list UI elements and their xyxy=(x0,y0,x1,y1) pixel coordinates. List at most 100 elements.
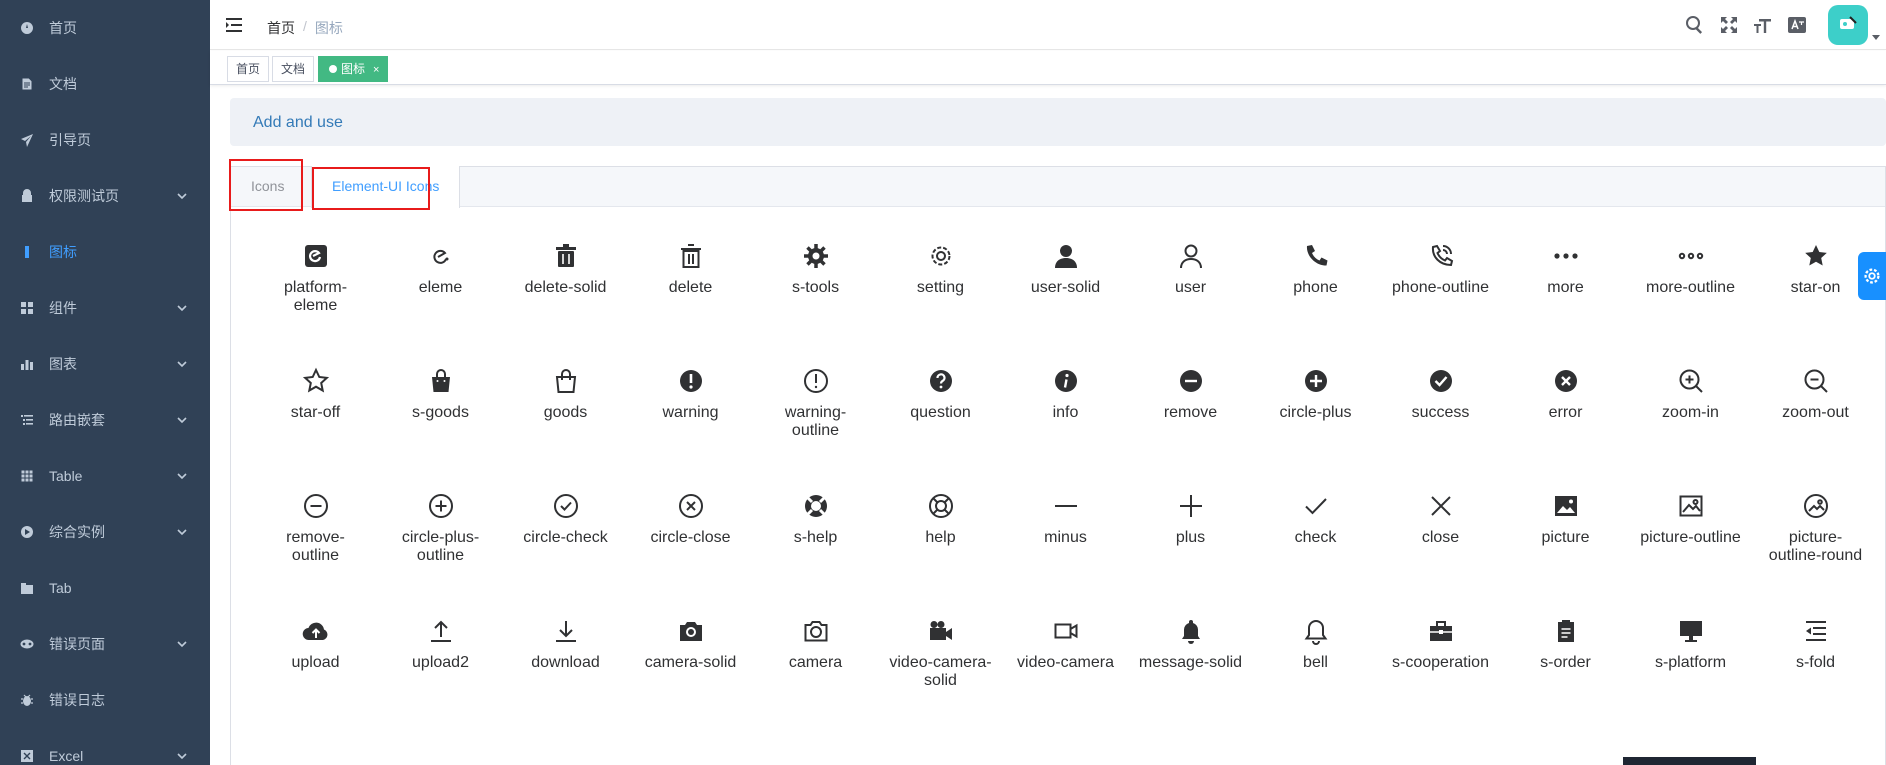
icon-item[interactable]: more xyxy=(1503,207,1628,332)
icon-item[interactable]: phone-outline xyxy=(1378,207,1503,332)
icon-label: s-tools xyxy=(791,279,840,296)
icon-item[interactable]: message-solid xyxy=(1128,582,1253,707)
icon-item[interactable]: check xyxy=(1253,457,1378,582)
tag-item[interactable]: 首页 xyxy=(227,56,270,82)
icon-item[interactable]: bell xyxy=(1253,582,1378,707)
icon-item[interactable]: s-order xyxy=(1503,582,1628,707)
icon-item[interactable]: camera-solid xyxy=(628,582,753,707)
sidebar-item[interactable]: Table xyxy=(0,448,210,504)
icon-item[interactable]: picture-outline xyxy=(1628,457,1753,582)
breadcrumb-home[interactable]: 首页 xyxy=(267,18,295,38)
icon-item[interactable]: s-cooperation xyxy=(1378,582,1503,707)
goods-icon xyxy=(552,367,580,395)
sidebar-item[interactable]: 文档 xyxy=(0,56,210,112)
icon-item[interactable]: s-fold xyxy=(1753,582,1878,707)
sidebar-item[interactable]: 错误日志 xyxy=(0,672,210,728)
search-icon[interactable] xyxy=(1685,15,1705,35)
icon-item[interactable]: camera xyxy=(753,582,878,707)
icon-item[interactable]: user-solid xyxy=(1003,207,1128,332)
icon-item[interactable]: star-off xyxy=(253,332,378,457)
icon-item[interactable]: platform-eleme xyxy=(253,207,378,332)
user-solid-icon xyxy=(1052,242,1080,270)
close-icon[interactable]: × xyxy=(373,64,379,76)
sidebar-item[interactable]: 首页 xyxy=(0,0,210,56)
video-camera-icon xyxy=(1052,617,1080,645)
sidebar-item[interactable]: 错误页面 xyxy=(0,616,210,672)
warning-outline-icon xyxy=(802,367,830,395)
icon-item[interactable]: delete xyxy=(628,207,753,332)
icon-item[interactable]: s-goods xyxy=(378,332,503,457)
font-size-icon[interactable] xyxy=(1753,15,1773,35)
sidebar-item[interactable]: 组件 xyxy=(0,280,210,336)
icon-item[interactable]: picture xyxy=(1503,457,1628,582)
icon-item[interactable]: s-help xyxy=(753,457,878,582)
sidebar-item[interactable]: Tab xyxy=(0,560,210,616)
language-icon[interactable] xyxy=(1787,15,1807,35)
icon-label: setting xyxy=(916,279,965,296)
icon-item[interactable]: warning xyxy=(628,332,753,457)
add-and-use-link[interactable]: Add and use xyxy=(253,114,343,132)
icon-item[interactable]: info xyxy=(1003,332,1128,457)
icon-item[interactable]: success xyxy=(1378,332,1503,457)
sidebar-item[interactable]: 引导页 xyxy=(0,112,210,168)
sidebar-item[interactable]: 路由嵌套 xyxy=(0,392,210,448)
navbar-right-menu xyxy=(1678,0,1886,50)
excel-icon xyxy=(20,749,34,763)
icon-item[interactable]: setting xyxy=(878,207,1003,332)
icon-label: error xyxy=(1548,404,1583,421)
icon-item[interactable]: delete-solid xyxy=(503,207,628,332)
icon-label: circle-plus xyxy=(1279,404,1352,421)
icon-item[interactable]: s-tools xyxy=(753,207,878,332)
icon-item[interactable]: remove-outline xyxy=(253,457,378,582)
icon-item[interactable]: circle-plus xyxy=(1253,332,1378,457)
icon-label: check xyxy=(1294,529,1337,546)
sidebar-item[interactable]: 图表 xyxy=(0,336,210,392)
hamburger-icon[interactable] xyxy=(226,18,242,32)
icon-item[interactable]: eleme xyxy=(378,207,503,332)
icon-item[interactable]: more-outline xyxy=(1628,207,1753,332)
icon-item[interactable]: upload xyxy=(253,582,378,707)
icon-label: close xyxy=(1421,529,1460,546)
icon-item[interactable]: close xyxy=(1378,457,1503,582)
icon-label: platform-eleme xyxy=(283,279,348,314)
sidebar-item[interactable]: 权限测试页 xyxy=(0,168,210,224)
icon-item[interactable]: plus xyxy=(1128,457,1253,582)
icon-item[interactable]: upload2 xyxy=(378,582,503,707)
fullscreen-icon[interactable] xyxy=(1719,15,1739,35)
caret-down-icon[interactable] xyxy=(1872,28,1880,40)
sidebar-item[interactable]: 图标 xyxy=(0,224,210,280)
sidebar-item[interactable]: Excel xyxy=(0,728,210,765)
icon-item[interactable]: video-camera-solid xyxy=(878,582,1003,707)
icon-item[interactable]: download xyxy=(503,582,628,707)
sidebar-item[interactable]: 综合实例 xyxy=(0,504,210,560)
delete-solid-icon xyxy=(552,242,580,270)
icon-item[interactable]: picture-outline-round xyxy=(1753,457,1878,582)
icon-item[interactable]: help xyxy=(878,457,1003,582)
icon-item[interactable]: question xyxy=(878,332,1003,457)
icon-item[interactable]: video-camera xyxy=(1003,582,1128,707)
avatar[interactable] xyxy=(1828,5,1868,45)
icon-item[interactable]: phone xyxy=(1253,207,1378,332)
icon-item[interactable]: s-platform xyxy=(1628,582,1753,707)
tag-item[interactable]: 图标 × xyxy=(318,56,389,82)
settings-button[interactable] xyxy=(1858,252,1886,300)
icon-item[interactable]: user xyxy=(1128,207,1253,332)
icon-item[interactable]: remove xyxy=(1128,332,1253,457)
icon-item[interactable]: zoom-out xyxy=(1753,332,1878,457)
tag-item[interactable]: 文档 xyxy=(272,56,315,82)
phone-icon xyxy=(1302,242,1330,270)
s-platform-icon xyxy=(1677,617,1705,645)
sidebar-item-label: 文档 xyxy=(49,76,77,92)
icon-item[interactable]: minus xyxy=(1003,457,1128,582)
remove-icon xyxy=(1177,367,1205,395)
icon-item[interactable]: goods xyxy=(503,332,628,457)
icon-item[interactable]: error xyxy=(1503,332,1628,457)
s-help-icon xyxy=(802,492,830,520)
question-icon xyxy=(927,367,955,395)
icon-item[interactable]: circle-close xyxy=(628,457,753,582)
icon-item[interactable]: zoom-in xyxy=(1628,332,1753,457)
icon-item[interactable]: circle-plus-outline xyxy=(378,457,503,582)
icon-label: s-cooperation xyxy=(1392,654,1489,671)
icon-item[interactable]: warning-outline xyxy=(753,332,878,457)
icon-item[interactable]: circle-check xyxy=(503,457,628,582)
